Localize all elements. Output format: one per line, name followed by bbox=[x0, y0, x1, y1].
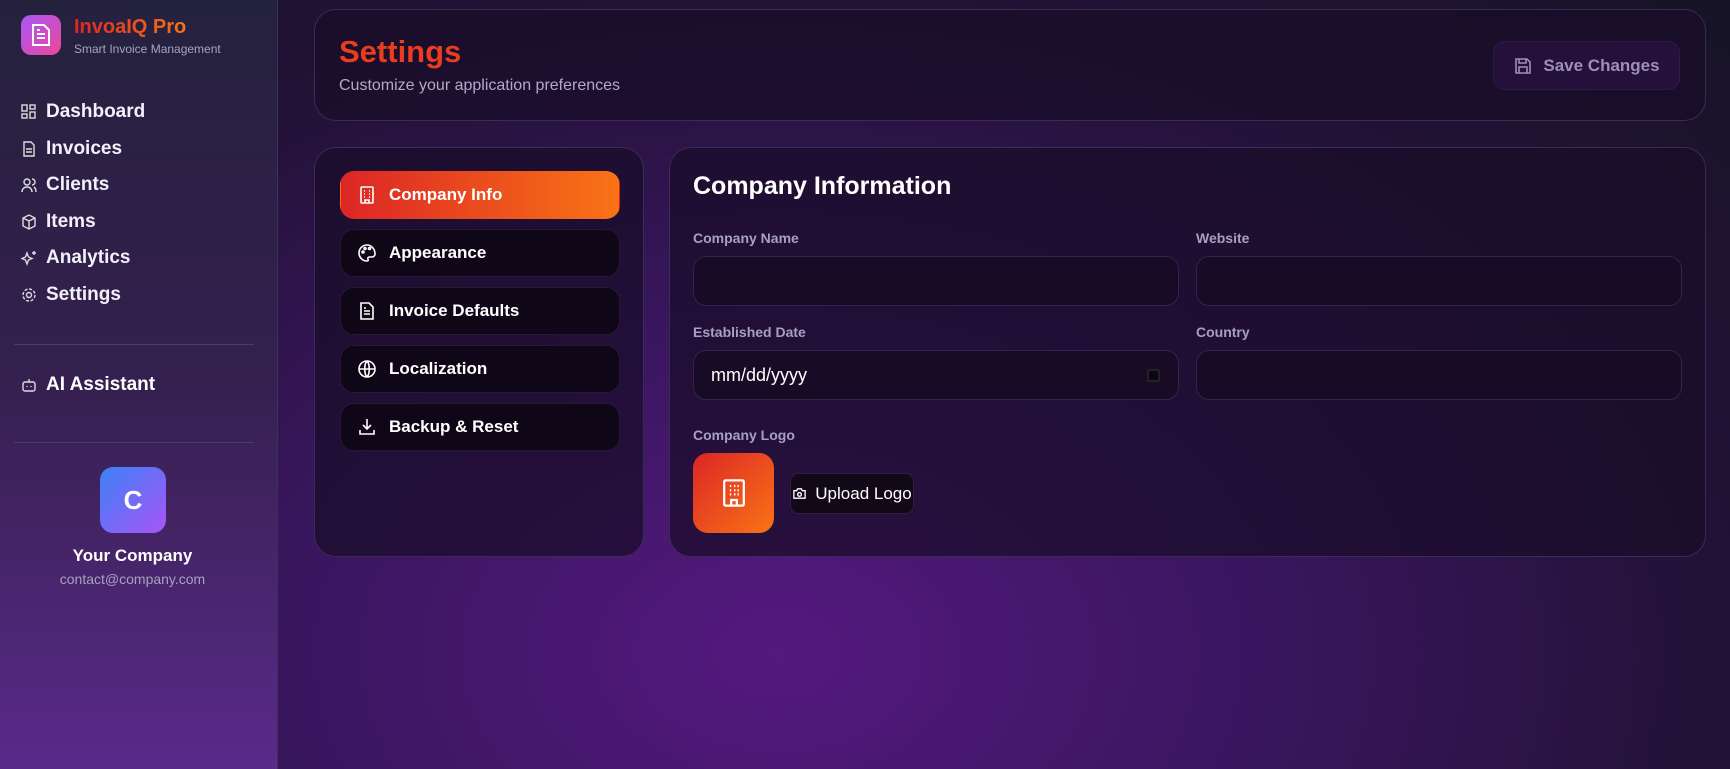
sidebar-item-ai-assistant[interactable]: AI Assistant bbox=[21, 374, 155, 396]
company-logo-label: Company Logo bbox=[693, 427, 795, 443]
company-name-input[interactable] bbox=[693, 256, 1179, 306]
date-placeholder: mm/dd/yyyy bbox=[711, 364, 808, 385]
tab-backup-reset[interactable]: Backup & Reset bbox=[340, 403, 620, 451]
tab-company-info[interactable]: Company Info bbox=[340, 171, 620, 219]
sidebar: InvoaIQ Pro Smart Invoice Management Das… bbox=[0, 0, 278, 769]
country-label: Country bbox=[1196, 324, 1250, 340]
page-subtitle: Customize your application preferences bbox=[339, 77, 621, 94]
building-icon bbox=[722, 479, 745, 507]
globe-icon bbox=[358, 360, 376, 378]
calendar-icon[interactable] bbox=[1147, 368, 1160, 382]
sidebar-item-label: Invoices bbox=[46, 137, 123, 159]
sidebar-item-label: Analytics bbox=[46, 247, 131, 269]
box-icon bbox=[22, 213, 36, 230]
sidebar-item-dashboard[interactable]: Dashboard bbox=[21, 94, 145, 131]
upload-logo-button[interactable]: Upload Logo bbox=[790, 473, 914, 514]
tab-label: Company Info bbox=[389, 185, 503, 204]
settings-tabs: Company Info Appearance Invoice Defaults… bbox=[314, 147, 644, 557]
company-logo-preview bbox=[693, 453, 774, 533]
camera-icon bbox=[793, 488, 807, 499]
sidebar-item-analytics[interactable]: Analytics bbox=[21, 240, 145, 277]
save-icon bbox=[1515, 57, 1532, 74]
page-header: Settings Customize your application pref… bbox=[314, 9, 1706, 121]
sidebar-item-label: Items bbox=[46, 210, 96, 232]
sidebar-item-invoices[interactable]: Invoices bbox=[21, 131, 145, 168]
dashboard-icon bbox=[21, 104, 36, 119]
tab-label: Appearance bbox=[389, 243, 487, 262]
tab-label: Backup & Reset bbox=[389, 417, 519, 436]
sidebar-item-label: Dashboard bbox=[46, 101, 146, 123]
app-name: InvoaIQ Pro bbox=[74, 16, 187, 38]
sidebar-item-clients[interactable]: Clients bbox=[21, 167, 145, 204]
tab-invoice-defaults[interactable]: Invoice Defaults bbox=[340, 287, 620, 335]
website-input[interactable] bbox=[1196, 256, 1682, 306]
app-tagline: Smart Invoice Management bbox=[74, 42, 221, 56]
gear-icon bbox=[22, 288, 36, 302]
avatar[interactable]: C bbox=[100, 467, 166, 533]
established-date-label: Established Date bbox=[693, 324, 806, 340]
tab-appearance[interactable]: Appearance bbox=[340, 229, 620, 277]
building-icon bbox=[360, 186, 374, 204]
users-icon bbox=[21, 178, 37, 193]
tab-label: Invoice Defaults bbox=[389, 301, 520, 320]
ai-assistant-label: AI Assistant bbox=[46, 374, 156, 395]
divider bbox=[14, 344, 254, 345]
company-information-panel: Company Information Company Name Website… bbox=[669, 147, 1706, 557]
company-email: contact@company.com bbox=[59, 571, 206, 587]
bot-icon bbox=[22, 379, 36, 392]
sidebar-nav: Dashboard Invoices Clients Items Analyti… bbox=[21, 94, 145, 313]
save-changes-button[interactable]: Save Changes bbox=[1493, 41, 1680, 90]
sidebar-item-items[interactable]: Items bbox=[21, 204, 145, 241]
company-name-label: Company Name bbox=[693, 230, 799, 246]
section-title: Company Information bbox=[693, 172, 952, 200]
sidebar-item-label: Clients bbox=[46, 174, 110, 196]
divider bbox=[14, 442, 254, 443]
palette-icon bbox=[358, 244, 376, 262]
upload-logo-label: Upload Logo bbox=[815, 483, 912, 503]
sidebar-item-settings[interactable]: Settings bbox=[21, 277, 145, 314]
file-text-icon bbox=[360, 302, 374, 320]
country-input[interactable] bbox=[1196, 350, 1682, 400]
sparkles-icon bbox=[21, 251, 36, 267]
download-icon bbox=[359, 419, 375, 435]
established-date-input[interactable]: mm/dd/yyyy bbox=[693, 350, 1179, 400]
file-icon bbox=[23, 141, 35, 157]
website-label: Website bbox=[1196, 230, 1250, 246]
company-name: Your Company bbox=[72, 546, 193, 565]
page-title: Settings bbox=[339, 34, 462, 69]
save-label: Save Changes bbox=[1543, 55, 1660, 75]
tab-localization[interactable]: Localization bbox=[340, 345, 620, 393]
sidebar-item-label: Settings bbox=[46, 283, 121, 305]
app-logo-icon bbox=[21, 15, 61, 55]
tab-label: Localization bbox=[389, 359, 488, 378]
